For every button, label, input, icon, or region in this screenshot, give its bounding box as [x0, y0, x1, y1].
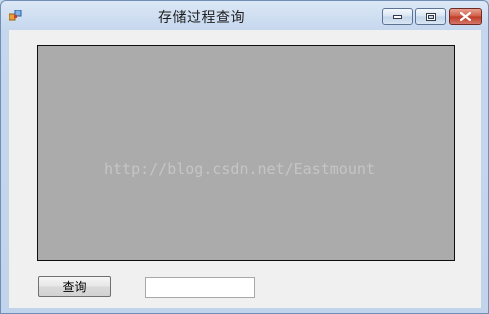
query-button[interactable]: 查询 — [38, 276, 111, 297]
window-title: 存储过程查询 — [158, 10, 245, 26]
client-area: http://blog.csdn.net/Eastmount 查询 — [9, 30, 481, 308]
minimize-icon — [393, 14, 402, 19]
minimize-button[interactable] — [382, 8, 413, 25]
close-button[interactable] — [449, 8, 482, 25]
app-window: 存储过程查询 http://blog.csdn.net/Eastmount 查询 — [0, 0, 489, 314]
query-input[interactable] — [145, 277, 255, 298]
maximize-icon — [425, 12, 436, 21]
data-grid-view[interactable]: http://blog.csdn.net/Eastmount — [37, 45, 455, 261]
watermark-text: http://blog.csdn.net/Eastmount — [104, 160, 375, 178]
app-icon — [9, 10, 22, 21]
close-icon — [460, 12, 471, 21]
maximize-button[interactable] — [415, 8, 446, 25]
title-bar[interactable]: 存储过程查询 — [1, 1, 488, 29]
